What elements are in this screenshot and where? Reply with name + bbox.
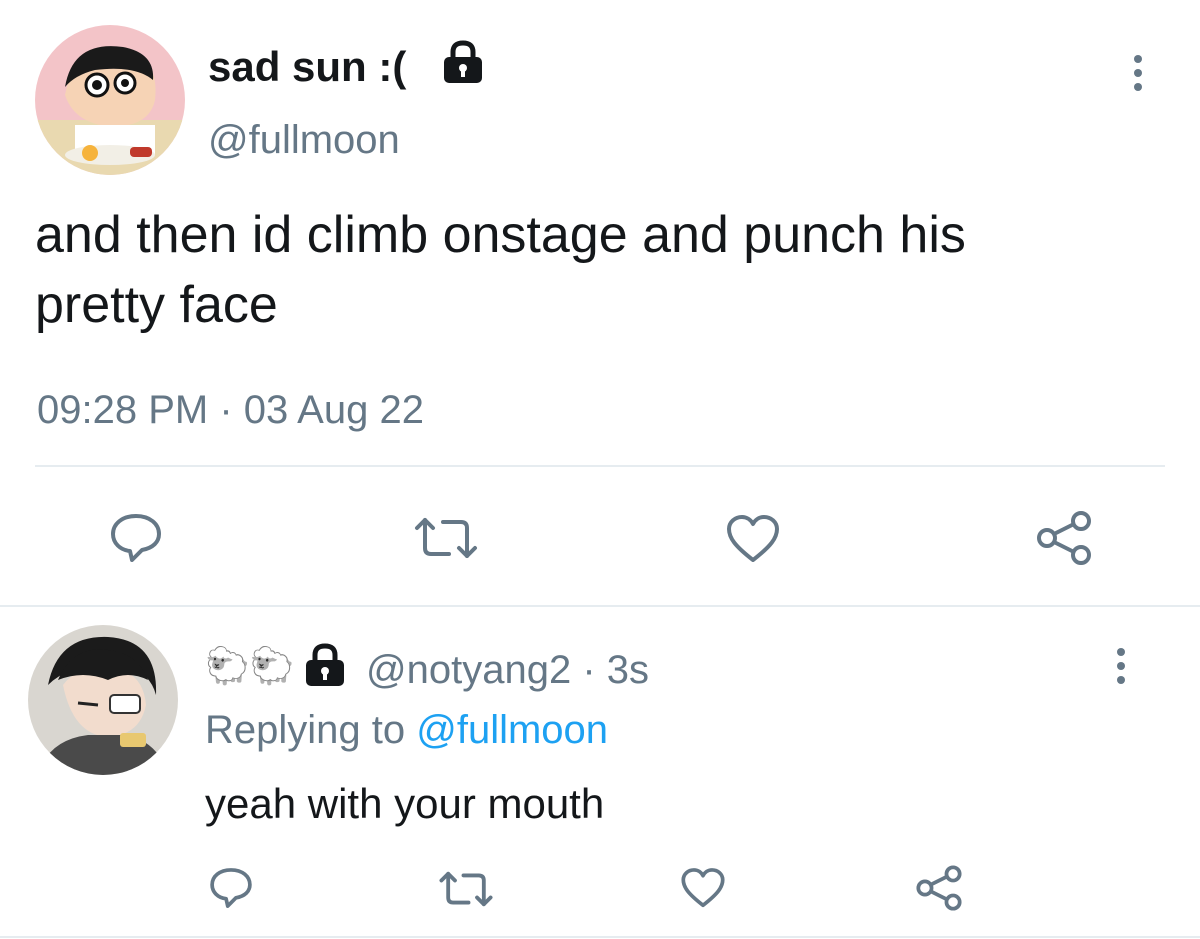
more-icon[interactable] bbox=[1133, 55, 1143, 91]
reply-handle[interactable]: @notyang2 bbox=[366, 648, 571, 692]
lock-icon bbox=[440, 40, 486, 84]
tweet-timestamp[interactable]: 09:28 PM · 03 Aug 22 bbox=[37, 388, 424, 433]
divider bbox=[35, 465, 1165, 467]
more-icon[interactable] bbox=[1116, 648, 1126, 684]
reply-text: yeah with your mouth bbox=[205, 780, 605, 827]
reply-icon[interactable] bbox=[108, 512, 164, 564]
share-icon[interactable] bbox=[1035, 509, 1093, 567]
retweet-icon[interactable] bbox=[438, 870, 494, 908]
reply-handle-time[interactable]: @notyang2 · 3s bbox=[366, 648, 649, 693]
replying-to-label: Replying to bbox=[205, 708, 406, 752]
separator-dot: · bbox=[571, 648, 607, 692]
avatar-sad-sun[interactable] bbox=[35, 25, 185, 175]
tweet-text-line-1: and then id climb onstage and punch his bbox=[35, 206, 966, 264]
section-divider bbox=[0, 605, 1200, 607]
tweet-text-line-2: pretty face bbox=[35, 276, 278, 334]
reply-time: 3s bbox=[606, 648, 649, 692]
replying-to-link[interactable]: @fullmoon bbox=[416, 708, 608, 752]
tweet-text: and then id climb onstage and punch his … bbox=[35, 200, 1175, 340]
reply-display-name[interactable]: 🐑🐑 bbox=[205, 648, 295, 684]
lock-icon bbox=[302, 643, 348, 687]
like-icon[interactable] bbox=[725, 514, 781, 564]
avatar-notyang2[interactable] bbox=[28, 625, 178, 775]
display-name[interactable]: sad sun :( bbox=[208, 43, 406, 91]
share-icon[interactable] bbox=[915, 864, 963, 912]
replying-to: Replying to @fullmoon bbox=[205, 708, 608, 753]
username-handle[interactable]: @fullmoon bbox=[208, 118, 400, 163]
like-icon[interactable] bbox=[680, 867, 726, 909]
reply-icon[interactable] bbox=[208, 866, 254, 910]
bottom-divider bbox=[0, 936, 1200, 938]
retweet-icon[interactable] bbox=[413, 516, 479, 560]
